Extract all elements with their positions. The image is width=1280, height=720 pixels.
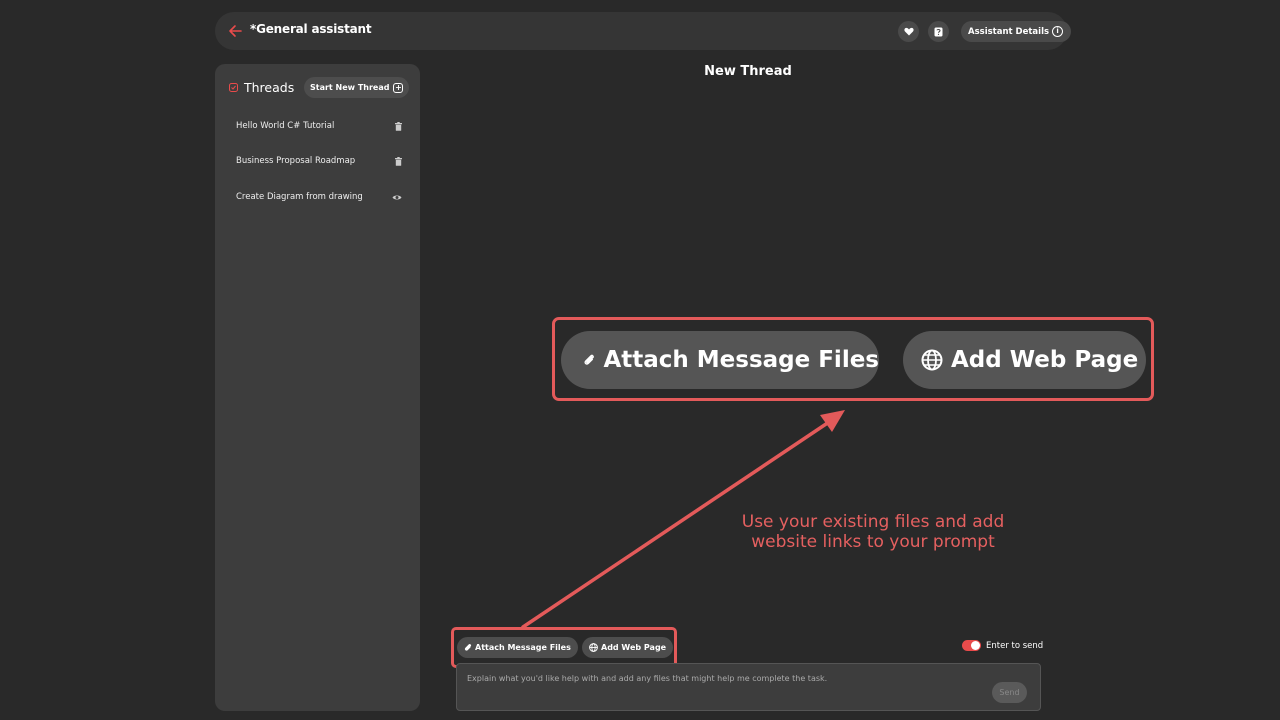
attach-files-label: Attach Message Files [475,643,571,652]
annotation-arrow [521,410,845,629]
message-composer: Send [456,663,1041,711]
annotation-text: Use your existing files and add website … [700,512,1046,552]
enter-to-send-label: Enter to send [986,640,1044,651]
globe-icon [589,643,598,652]
enter-to-send-toggle[interactable] [962,640,981,651]
enter-to-send-setting: Enter to send [962,640,1043,651]
annotation-line-1: Use your existing files and add [741,512,1005,532]
message-input[interactable] [467,674,967,683]
add-web-page-label: Add Web Page [601,643,667,652]
add-web-page-button[interactable]: Add Web Page [582,637,674,658]
attach-files-button[interactable]: Attach Message Files [457,637,578,658]
paperclip-icon [464,644,472,651]
send-button[interactable]: Send [992,682,1027,703]
annotation-line-2: website links to your prompt [751,532,995,552]
